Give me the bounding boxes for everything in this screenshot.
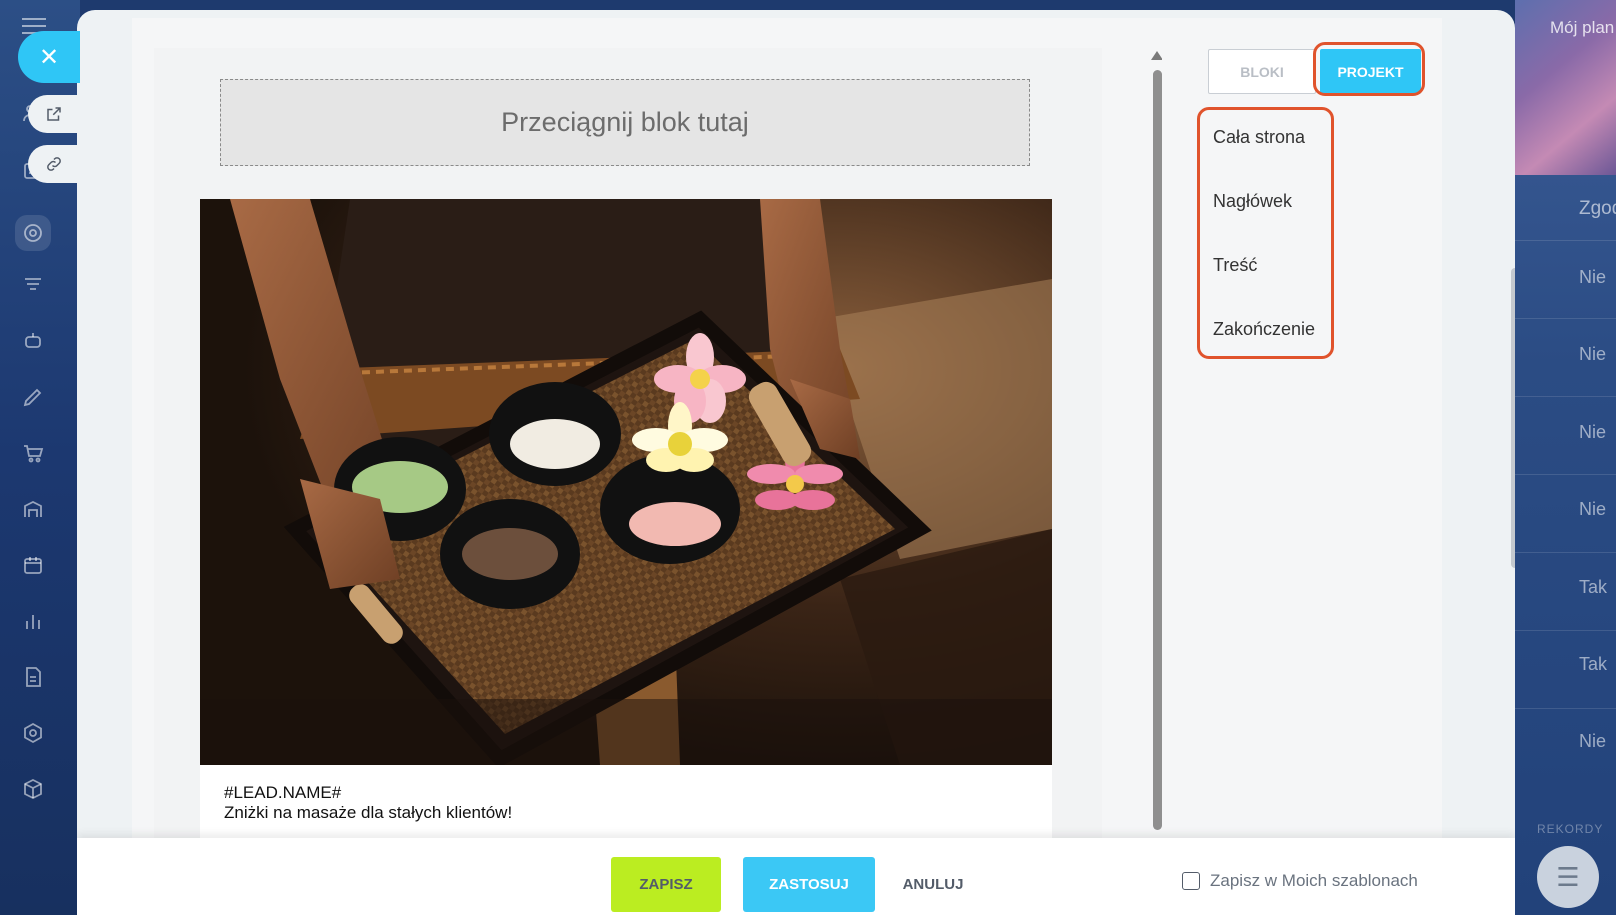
open-new-window-icon[interactable]: [28, 95, 80, 133]
cancel-button[interactable]: ANULUJ: [893, 857, 973, 912]
list-menu-icon[interactable]: ☰: [1537, 846, 1599, 908]
column-header: Zgoda: [1579, 198, 1616, 219]
design-section-menu: Cała strona Nagłówek Treść Zakończenie: [1197, 107, 1334, 359]
table-cell: Nie: [1579, 731, 1607, 751]
settings-panel: BLOKI PROJEKT Cała strona Nagłówek Treść…: [1162, 18, 1442, 848]
save-button[interactable]: ZAPISZ: [611, 857, 721, 912]
table-cell: Nie: [1579, 344, 1607, 364]
app-sidebar: [0, 0, 80, 915]
menu-item-footer[interactable]: Zakończenie: [1213, 319, 1315, 340]
menu-item-whole-page[interactable]: Cała strona: [1213, 127, 1305, 148]
document-icon[interactable]: [20, 664, 46, 690]
menu-item-header[interactable]: Nagłówek: [1213, 191, 1292, 212]
table-cell: Tak: [1579, 654, 1608, 674]
email-editor-slider: Przeciągnij blok tutaj #LEAD.NAME# Zniżk…: [77, 10, 1515, 915]
records-label: REKORDY: [1537, 822, 1604, 836]
spa-image[interactable]: [200, 199, 1052, 765]
background-list: Mój plan Zgoda Nie Nie Nie Nie Tak Tak N…: [1515, 0, 1616, 915]
menu-item-content[interactable]: Treść: [1213, 255, 1257, 276]
panel-scrollbar[interactable]: [1511, 268, 1515, 568]
save-template-label: Zapisz w Moich szablonach: [1210, 871, 1418, 890]
funnel-icon[interactable]: [20, 272, 46, 298]
canvas-scrollbar[interactable]: [1153, 70, 1162, 830]
box-icon[interactable]: [20, 776, 46, 802]
marketing-icon[interactable]: [15, 215, 51, 251]
apply-button[interactable]: ZASTOSUJ: [743, 857, 875, 912]
close-icon[interactable]: ✕: [18, 31, 80, 83]
warehouse-icon[interactable]: [20, 496, 46, 522]
table-cell: Tak: [1579, 577, 1608, 597]
email-text[interactable]: #LEAD.NAME# Zniżki na masaże dla stałych…: [224, 783, 512, 823]
email-body: #LEAD.NAME# Zniżki na masaże dla stałych…: [200, 199, 1052, 848]
tab-projekt[interactable]: PROJEKT: [1320, 49, 1421, 94]
my-plan-label[interactable]: Mój plan: [1550, 18, 1614, 38]
tab-bloki[interactable]: BLOKI: [1208, 49, 1316, 94]
pen-icon[interactable]: [20, 384, 46, 410]
editor-card: Przeciągnij blok tutaj #LEAD.NAME# Zniżk…: [132, 18, 1442, 848]
analytics-icon[interactable]: [20, 608, 46, 634]
lead-headline: Zniżki na masaże dla stałych klientów!: [224, 803, 513, 822]
robot-icon[interactable]: [20, 328, 46, 354]
block-dropzone[interactable]: Przeciągnij blok tutaj: [220, 79, 1030, 166]
copy-link-icon[interactable]: [28, 145, 80, 183]
settings-icon[interactable]: [20, 720, 46, 746]
lead-name-placeholder: #LEAD.NAME#: [224, 783, 342, 802]
table-cell: Nie: [1579, 267, 1607, 287]
cart-icon[interactable]: [20, 440, 46, 466]
table-cell: Nie: [1579, 499, 1607, 519]
save-template-checkbox[interactable]: [1182, 872, 1200, 890]
calendar-icon[interactable]: [20, 552, 46, 578]
table-cell: Nie: [1579, 422, 1607, 442]
save-template-option[interactable]: Zapisz w Moich szablonach: [1182, 871, 1418, 891]
email-canvas: Przeciągnij blok tutaj #LEAD.NAME# Zniżk…: [154, 48, 1102, 848]
slider-footer: ZAPISZ ZASTOSUJ ANULUJ Zapisz w Moich sz…: [77, 838, 1515, 915]
